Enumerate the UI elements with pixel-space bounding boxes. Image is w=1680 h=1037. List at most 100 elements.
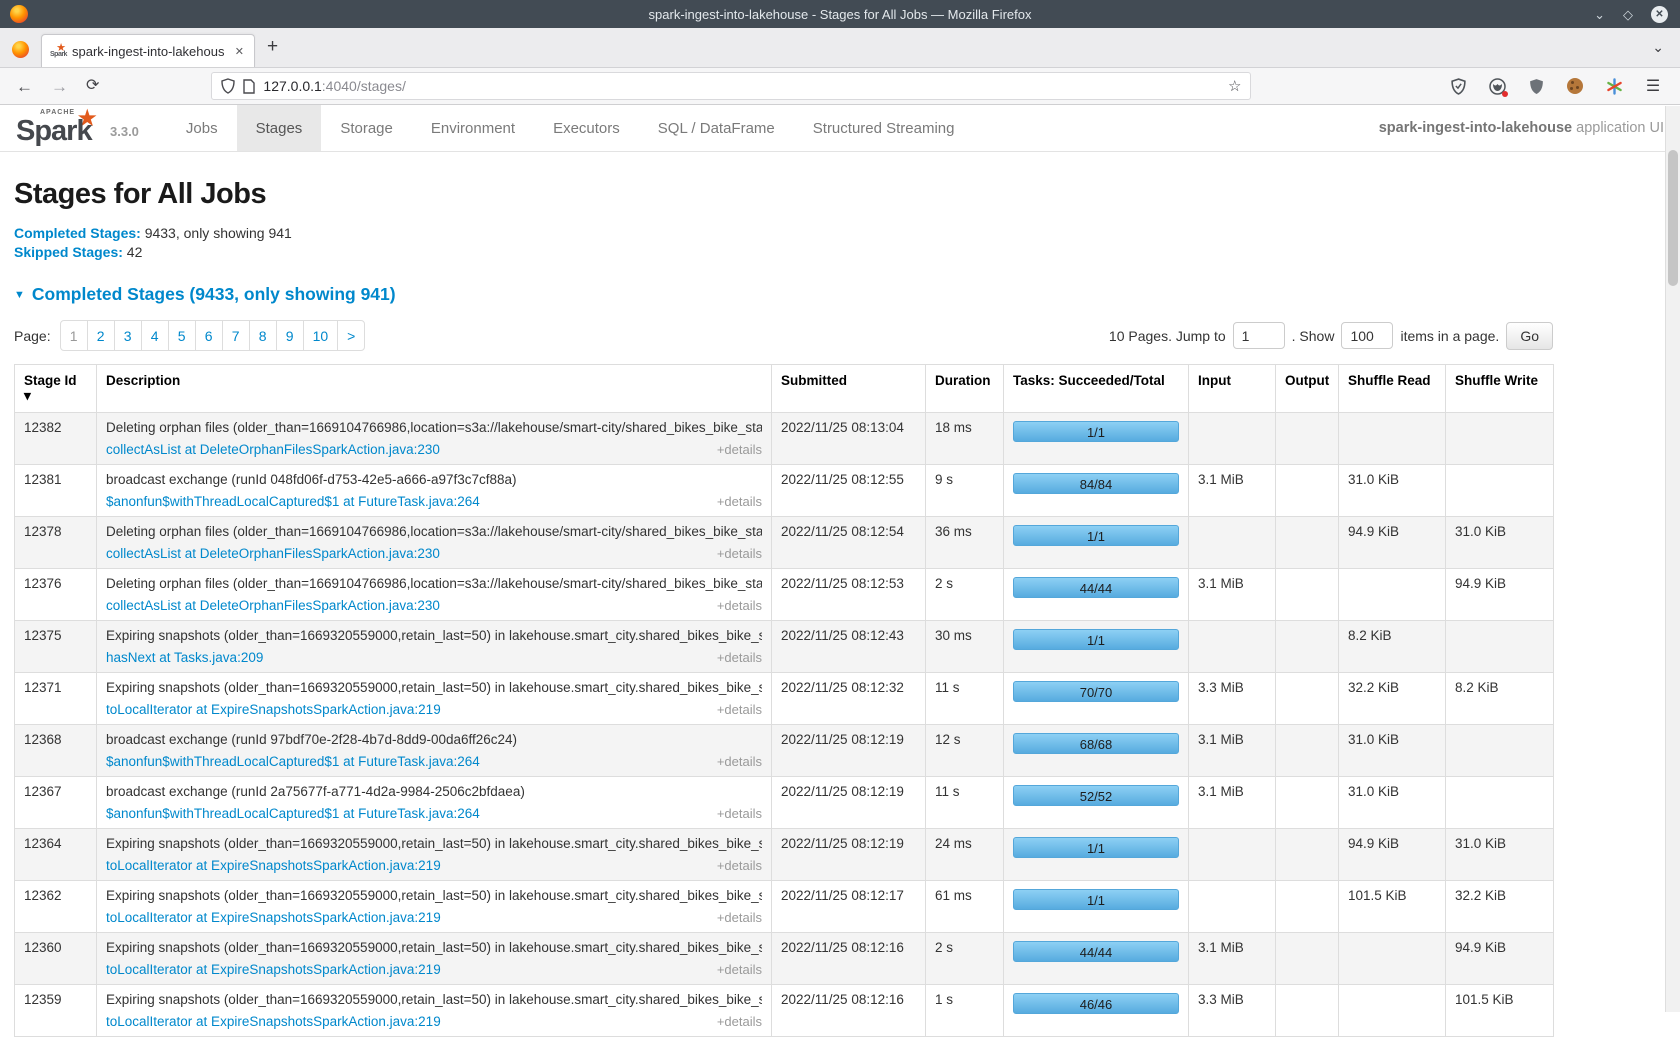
page-button-group: 12345678910> — [60, 320, 366, 351]
go-button[interactable]: Go — [1506, 322, 1553, 350]
nav-tab-storage[interactable]: Storage — [321, 105, 412, 151]
completed-stages-label: Completed Stages: — [14, 225, 141, 241]
table-row: 12362Expiring snapshots (older_than=1669… — [15, 881, 1554, 933]
extension-cookie-icon[interactable] — [1566, 77, 1584, 95]
forward-icon[interactable]: → — [51, 78, 68, 95]
close-icon[interactable]: ✕ — [1651, 6, 1668, 23]
extension-asterisk-icon[interactable] — [1605, 77, 1623, 95]
column-header[interactable]: Submitted — [772, 365, 926, 413]
details-toggle[interactable]: +details — [717, 1014, 762, 1029]
scrollbar-thumb[interactable] — [1668, 150, 1678, 286]
details-toggle[interactable]: +details — [717, 494, 762, 509]
column-header[interactable]: Shuffle Write — [1446, 365, 1554, 413]
column-header[interactable]: Output — [1276, 365, 1339, 413]
page-button-8[interactable]: 8 — [249, 320, 277, 351]
extension-mask-icon[interactable] — [1488, 77, 1506, 95]
details-toggle[interactable]: +details — [717, 650, 762, 665]
stage-detail-link[interactable]: collectAsList at DeleteOrphanFilesSparkA… — [106, 442, 440, 457]
stage-detail-link[interactable]: toLocalIterator at ExpireSnapshotsSparkA… — [106, 858, 441, 873]
stage-id-cell: 12360 — [15, 933, 97, 985]
minimize-icon[interactable]: ⌄ — [1594, 8, 1605, 21]
details-toggle[interactable]: +details — [717, 962, 762, 977]
shuffle-write-cell: 94.9 KiB — [1446, 933, 1554, 985]
output-cell — [1276, 829, 1339, 881]
shuffle-write-cell: 31.0 KiB — [1446, 829, 1554, 881]
spark-logo[interactable]: APACHE ★ Spark 3.3.0 — [0, 105, 145, 151]
page-button-4[interactable]: 4 — [141, 320, 169, 351]
stage-detail-link[interactable]: collectAsList at DeleteOrphanFilesSparkA… — [106, 598, 440, 613]
tasks-cell: 1/1 — [1004, 881, 1189, 933]
stage-detail-link[interactable]: toLocalIterator at ExpireSnapshotsSparkA… — [106, 910, 441, 925]
stage-detail-link[interactable]: $anonfun$withThreadLocalCaptured$1 at Fu… — [106, 754, 480, 769]
page-button-1[interactable]: 1 — [60, 320, 88, 351]
stage-detail-link[interactable]: collectAsList at DeleteOrphanFilesSparkA… — [106, 546, 440, 561]
stage-detail-link[interactable]: toLocalIterator at ExpireSnapshotsSparkA… — [106, 1014, 441, 1029]
menu-icon[interactable]: ☰ — [1644, 77, 1662, 95]
details-toggle[interactable]: +details — [717, 546, 762, 561]
description-cell: Expiring snapshots (older_than=166932055… — [97, 621, 772, 673]
details-toggle[interactable]: +details — [717, 754, 762, 769]
url-bar[interactable]: 127.0.0.1:4040/stages/ ☆ — [211, 72, 1251, 100]
page-button-6[interactable]: 6 — [195, 320, 223, 351]
details-toggle[interactable]: +details — [717, 598, 762, 613]
shuffle-write-cell: 32.2 KiB — [1446, 881, 1554, 933]
back-icon[interactable]: ← — [16, 78, 33, 95]
tab-close-icon[interactable]: ✕ — [233, 43, 246, 60]
bookmark-star-icon[interactable]: ☆ — [1228, 77, 1241, 95]
stage-detail-link[interactable]: hasNext at Tasks.java:209 — [106, 650, 263, 665]
column-header[interactable]: Duration — [926, 365, 1004, 413]
reload-icon[interactable]: ⟳ — [86, 78, 99, 94]
completed-stages-summary: Completed Stages: 9433, only showing 941 — [14, 225, 1553, 241]
extension-shield-check-icon[interactable] — [1449, 77, 1467, 95]
nav-tab-executors[interactable]: Executors — [534, 105, 639, 151]
description-cell: Deleting orphan files (older_than=166910… — [97, 569, 772, 621]
column-header[interactable]: Stage Id ▾ — [15, 365, 97, 413]
table-row: 12375Expiring snapshots (older_than=1669… — [15, 621, 1554, 673]
page-button-2[interactable]: 2 — [87, 320, 115, 351]
jump-to-input[interactable] — [1233, 322, 1285, 349]
stage-detail-link[interactable]: toLocalIterator at ExpireSnapshotsSparkA… — [106, 962, 441, 977]
new-tab-button[interactable]: + — [267, 37, 278, 56]
nav-tab-structured-streaming[interactable]: Structured Streaming — [794, 105, 974, 151]
stage-detail-link[interactable]: $anonfun$withThreadLocalCaptured$1 at Fu… — [106, 806, 480, 821]
page-button-7[interactable]: 7 — [222, 320, 250, 351]
completed-stages-section-toggle[interactable]: ▼ Completed Stages (9433, only showing 9… — [14, 284, 1553, 305]
stage-detail-link[interactable]: $anonfun$withThreadLocalCaptured$1 at Fu… — [106, 494, 480, 509]
nav-tab-jobs[interactable]: Jobs — [167, 105, 237, 151]
details-toggle[interactable]: +details — [717, 806, 762, 821]
tasks-progress-bar: 1/1 — [1013, 889, 1179, 910]
details-toggle[interactable]: +details — [717, 442, 762, 457]
tab-bar: ★Spark spark-ingest-into-lakehous ✕ + ⌄ — [0, 28, 1680, 68]
page-title: Stages for All Jobs — [14, 178, 1553, 211]
extension-ublock-icon[interactable] — [1527, 77, 1545, 95]
nav-tab-environment[interactable]: Environment — [412, 105, 534, 151]
url-host: 127.0.0.1 — [263, 78, 321, 94]
nav-tab-stages[interactable]: Stages — [237, 105, 322, 151]
details-toggle[interactable]: +details — [717, 910, 762, 925]
column-header[interactable]: Shuffle Read — [1339, 365, 1446, 413]
description-cell: Expiring snapshots (older_than=166932055… — [97, 881, 772, 933]
page-button-5[interactable]: 5 — [168, 320, 196, 351]
input-cell: 3.1 MiB — [1189, 725, 1276, 777]
details-toggle[interactable]: +details — [717, 702, 762, 717]
details-toggle[interactable]: +details — [717, 858, 762, 873]
list-all-tabs-icon[interactable]: ⌄ — [1652, 39, 1664, 56]
column-header[interactable]: Description — [97, 365, 772, 413]
column-header[interactable]: Input — [1189, 365, 1276, 413]
scrollbar[interactable] — [1665, 106, 1680, 1012]
page-button-10[interactable]: 10 — [303, 320, 339, 351]
page-button-9[interactable]: 9 — [276, 320, 304, 351]
maximize-icon[interactable]: ◇ — [1623, 8, 1633, 21]
stage-detail-link[interactable]: toLocalIterator at ExpireSnapshotsSparkA… — [106, 702, 441, 717]
page-next-button[interactable]: > — [337, 320, 365, 351]
spark-logo-word: Spark — [16, 115, 92, 148]
nav-tab-sql-dataframe[interactable]: SQL / DataFrame — [639, 105, 794, 151]
page-info-icon[interactable] — [243, 79, 255, 94]
page-button-3[interactable]: 3 — [114, 320, 142, 351]
browser-tab[interactable]: ★Spark spark-ingest-into-lakehous ✕ — [41, 34, 255, 67]
shuffle-write-cell — [1446, 413, 1554, 465]
column-header[interactable]: Tasks: Succeeded/Total — [1004, 365, 1189, 413]
show-count-input[interactable] — [1341, 322, 1393, 349]
submitted-cell: 2022/11/25 08:12:32 — [772, 673, 926, 725]
description-text: broadcast exchange (runId 048fd06f-d753-… — [106, 472, 762, 487]
